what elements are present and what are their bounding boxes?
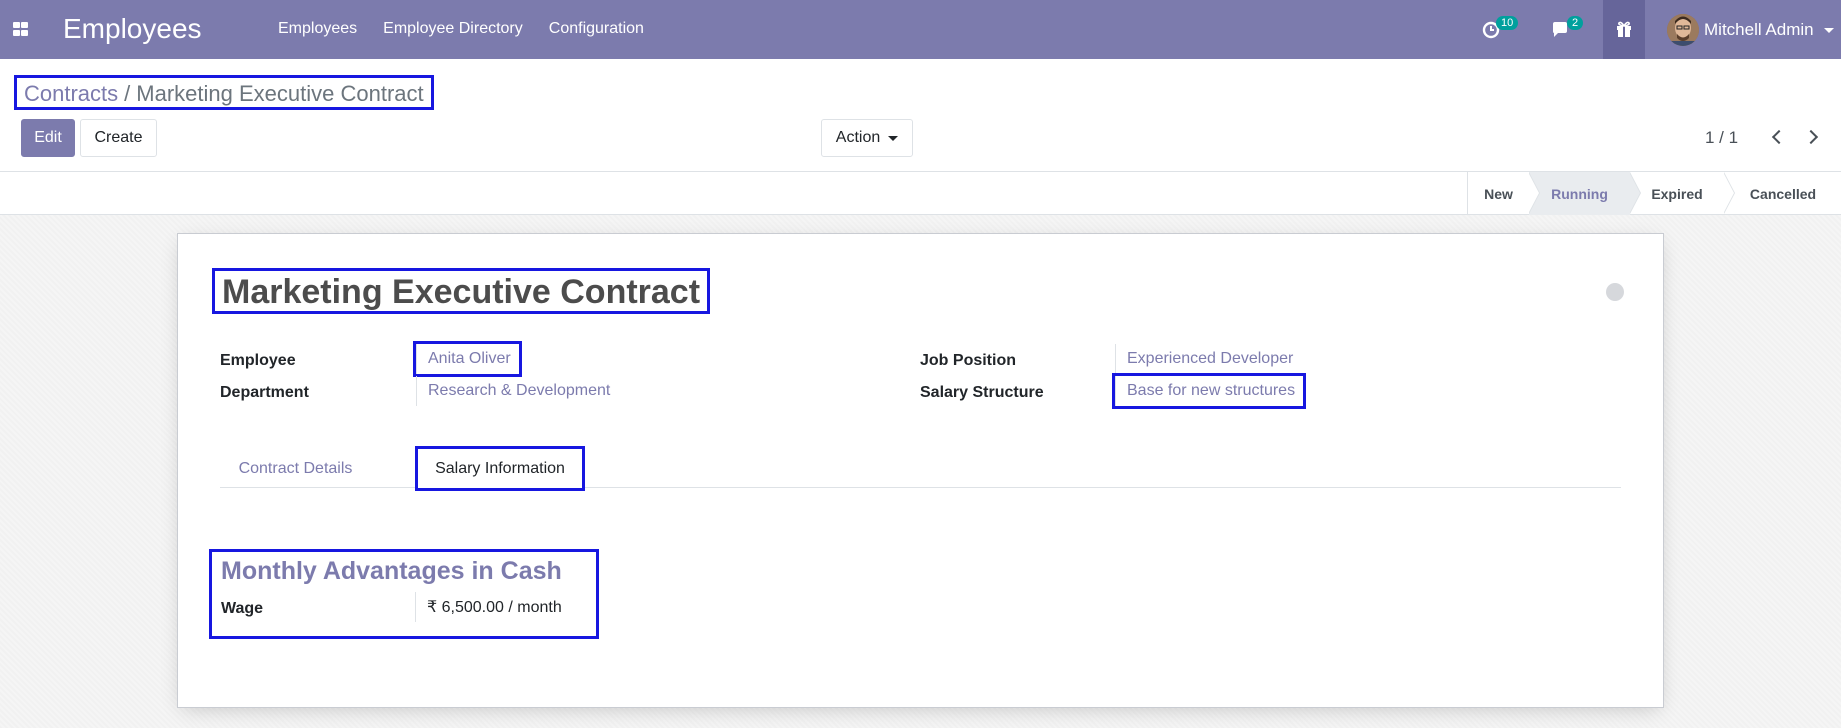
chevron-down-icon[interactable] (1824, 28, 1834, 33)
create-button[interactable]: Create (80, 119, 157, 157)
job-position-label: Job Position (920, 352, 1016, 369)
pager-previous-button[interactable] (1765, 125, 1789, 149)
user-name[interactable]: Mitchell Admin (1704, 20, 1814, 40)
stage-new[interactable]: New (1468, 171, 1540, 215)
pager-value[interactable]: 1 / 1 (1705, 128, 1738, 148)
pager-next-button[interactable] (1801, 125, 1825, 149)
employee-field[interactable]: Anita Oliver (413, 341, 522, 377)
stage-expired[interactable]: Expired (1630, 171, 1735, 215)
stage-running[interactable]: Running (1529, 171, 1641, 215)
action-dropdown[interactable]: Action (821, 119, 913, 157)
stage-new-label: New (1484, 185, 1513, 202)
messaging-menu[interactable]: 2 (1551, 0, 1584, 59)
tab-contract-details[interactable]: Contract Details (220, 449, 371, 488)
tab-salary-information[interactable]: Salary Information (415, 446, 585, 491)
stage-pipeline: New Running Expired Cancelled (1467, 171, 1841, 215)
message-count-badge: 2 (1567, 15, 1584, 30)
user-avatar[interactable] (1667, 14, 1699, 46)
menu-item-configuration[interactable]: Configuration (549, 20, 644, 38)
wage-field[interactable]: ₹ 6,500.00 / month (415, 592, 562, 622)
chevron-right-icon (1803, 129, 1819, 145)
group-title: Monthly Advantages in Cash (221, 557, 562, 585)
stage-expired-label: Expired (1651, 185, 1703, 202)
menu-item-employees[interactable]: Employees (278, 20, 357, 38)
caret-down-icon (888, 135, 899, 141)
stage-cancelled-label: Cancelled (1749, 185, 1817, 202)
activity-menu[interactable]: 10 (1482, 0, 1519, 59)
department-label: Department (220, 384, 309, 401)
breadcrumb-separator: / (124, 81, 131, 106)
breadcrumb-parent[interactable]: Contracts (24, 81, 118, 106)
breadcrumb-current: Marketing Executive Contract (136, 81, 424, 106)
stage-running-label: Running (1551, 185, 1608, 202)
statusbar: New Running Expired Cancelled (0, 171, 1841, 215)
monthly-advantages-group: Monthly Advantages in Cash Wage ₹ 6,500.… (209, 549, 599, 639)
activity-count-badge: 10 (1496, 15, 1519, 30)
apps-grid-icon[interactable] (13, 22, 29, 36)
edit-button[interactable]: Edit (21, 119, 75, 157)
app-title[interactable]: Employees (63, 13, 202, 45)
job-position-field[interactable]: Experienced Developer (1115, 344, 1293, 374)
employee-label: Employee (220, 352, 296, 369)
salary-structure-field[interactable]: Base for new structures (1111, 373, 1307, 409)
gift-icon (1617, 21, 1631, 37)
kanban-state-indicator[interactable] (1606, 283, 1624, 301)
menu-item-employee-directory[interactable]: Employee Directory (383, 20, 523, 38)
form-sheet: Marketing Executive Contract Employee An… (177, 233, 1664, 708)
gift-menu[interactable] (1603, 0, 1645, 59)
chevron-left-icon (1771, 129, 1787, 145)
main-menu: Employees Employee Directory Configurati… (278, 20, 670, 38)
action-label: Action (835, 129, 881, 146)
wage-label: Wage (221, 600, 264, 617)
record-title: Marketing Executive Contract (212, 268, 711, 314)
top-navbar: Employees Employees Employee Directory C… (0, 0, 1841, 59)
breadcrumb: Contracts / Marketing Executive Contract (14, 75, 434, 110)
salary-structure-label: Salary Structure (920, 384, 1044, 401)
stage-cancelled[interactable]: Cancelled (1724, 172, 1841, 215)
department-field[interactable]: Research & Development (416, 376, 610, 406)
form-tabs: Contract Details Salary Information (220, 446, 1621, 491)
